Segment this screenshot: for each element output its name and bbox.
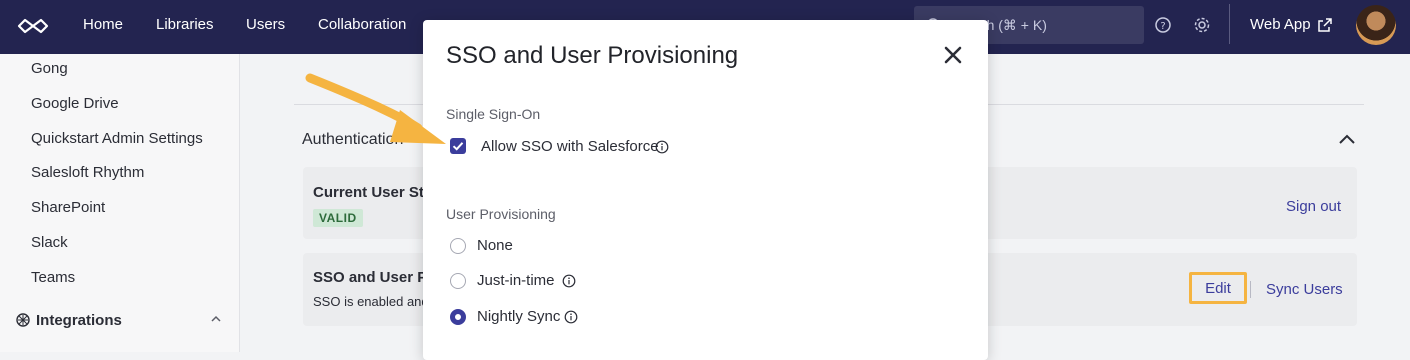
card-subtitle: SSO is enabled and	[313, 294, 429, 309]
allow-sso-checkbox[interactable]	[450, 138, 466, 154]
sidebar-section-label: Integrations	[36, 311, 122, 329]
allow-sso-label[interactable]: Allow SSO with Salesforce	[481, 138, 659, 155]
nav-users[interactable]: Users	[246, 0, 285, 50]
chevron-up-icon[interactable]	[1337, 130, 1357, 148]
chevron-up-icon[interactable]	[210, 313, 222, 325]
nav-home[interactable]: Home	[83, 0, 123, 50]
web-app-link[interactable]: Web App	[1250, 0, 1332, 50]
svg-text:?: ?	[1160, 21, 1165, 32]
gear-icon[interactable]	[1192, 15, 1212, 35]
edit-button[interactable]: Edit	[1189, 272, 1247, 304]
sync-users-link[interactable]: Sync Users	[1266, 281, 1343, 298]
info-icon[interactable]	[655, 140, 669, 154]
sidebar: Gong Google Drive Quickstart Admin Setti…	[0, 54, 240, 352]
integrations-icon	[16, 313, 30, 327]
card-title: Current User Sta	[313, 184, 433, 201]
logo-icon[interactable]	[15, 12, 51, 40]
single-sign-on-label: Single Sign-On	[446, 106, 541, 122]
radio-none-label[interactable]: None	[477, 237, 513, 254]
radio-nightly-sync[interactable]	[450, 309, 466, 325]
modal-title: SSO and User Provisioning	[446, 42, 739, 69]
link-separator	[1250, 281, 1251, 298]
close-icon[interactable]	[942, 44, 964, 66]
radio-nightly-sync-label[interactable]: Nightly Sync	[477, 308, 560, 325]
sidebar-item-sharepoint[interactable]: SharePoint	[31, 199, 105, 216]
sidebar-item-google-drive[interactable]: Google Drive	[31, 95, 119, 112]
sidebar-item-salesloft[interactable]: Salesloft Rhythm	[31, 164, 144, 181]
nav-divider	[1229, 4, 1230, 44]
nav-collaboration[interactable]: Collaboration	[318, 0, 406, 50]
check-icon	[452, 142, 464, 151]
user-provisioning-label: User Provisioning	[446, 206, 556, 222]
radio-just-in-time-label[interactable]: Just-in-time	[477, 272, 555, 289]
sidebar-item-slack[interactable]: Slack	[31, 234, 68, 251]
sidebar-item-gong[interactable]: Gong	[31, 60, 68, 77]
status-badge: VALID	[313, 209, 363, 227]
sidebar-item-quickstart-admin[interactable]: Quickstart Admin Settings	[31, 130, 203, 147]
avatar[interactable]	[1356, 5, 1396, 45]
info-icon[interactable]	[564, 310, 578, 324]
sign-out-link[interactable]: Sign out	[1286, 198, 1341, 215]
help-icon[interactable]: ?	[1153, 15, 1173, 35]
radio-none[interactable]	[450, 238, 466, 254]
radio-just-in-time[interactable]	[450, 273, 466, 289]
sso-provisioning-modal: SSO and User Provisioning Single Sign-On…	[423, 20, 988, 360]
sidebar-section-integrations[interactable]: Integrations	[16, 310, 226, 330]
nav-libraries[interactable]: Libraries	[156, 0, 214, 50]
annotation-arrow	[305, 73, 446, 144]
web-app-label: Web App	[1250, 16, 1311, 33]
info-icon[interactable]	[562, 274, 576, 288]
sidebar-item-teams[interactable]: Teams	[31, 269, 75, 286]
external-link-icon	[1317, 18, 1332, 32]
